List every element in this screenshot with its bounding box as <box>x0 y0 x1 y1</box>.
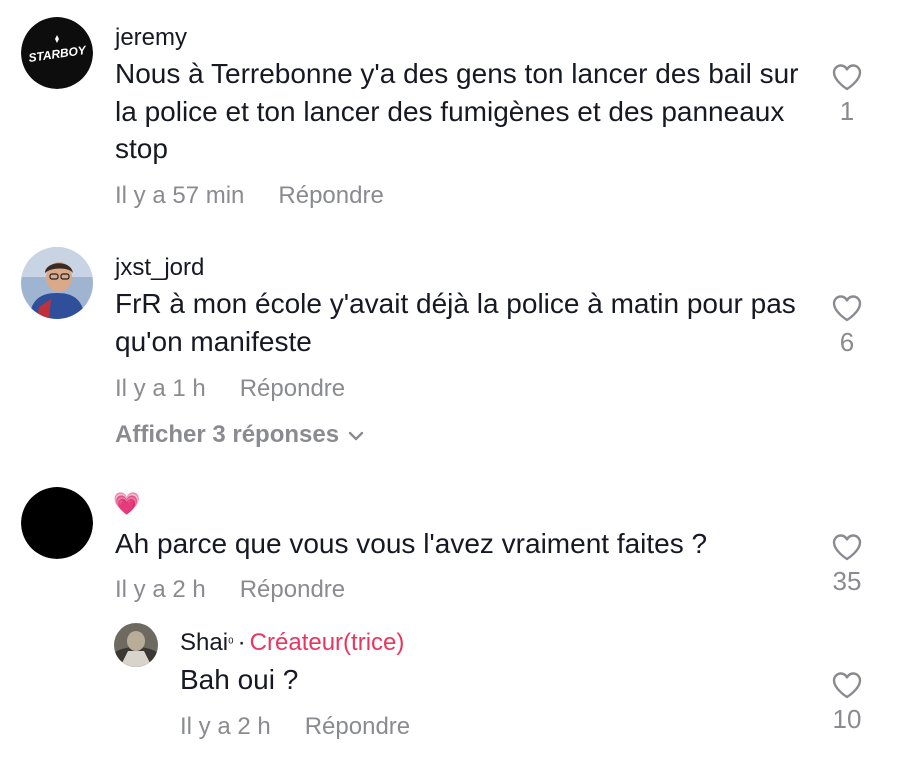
view-replies-button[interactable]: Afficher 3 réponses <box>115 421 365 449</box>
separator: · <box>237 629 246 656</box>
comment-meta: Il y a 2 h Répondre <box>180 713 410 741</box>
reply-button[interactable]: Répondre <box>278 182 383 209</box>
avatar[interactable] <box>114 623 158 667</box>
comment-meta: Il y a 2 h Répondre <box>115 576 345 604</box>
like-button[interactable]: 10 <box>817 670 877 734</box>
username-emoji[interactable]: 💗 <box>113 490 140 518</box>
comment-text: Ah parce que vous vous l'avez vraiment f… <box>115 528 708 559</box>
comment-text: Nous à Terrebonne y'a des gens ton lance… <box>115 58 799 164</box>
timestamp: Il y a 1 h <box>115 375 206 402</box>
like-count: 6 <box>839 327 855 357</box>
like-button[interactable]: 1 <box>817 62 877 126</box>
heart-outline-icon <box>832 64 862 91</box>
heart-outline-icon <box>832 534 862 561</box>
username[interactable]: Shai⁰ <box>180 629 234 656</box>
avatar[interactable] <box>21 487 93 559</box>
view-replies-label: Afficher 3 réponses <box>115 421 340 448</box>
reply-button[interactable]: Répondre <box>240 576 345 603</box>
heart-outline-icon <box>832 672 862 699</box>
like-button[interactable]: 6 <box>817 293 877 357</box>
avatar[interactable]: STARBOY <box>21 17 93 89</box>
comment-text: Bah oui ? <box>180 664 299 695</box>
reply-header: Shai⁰ · Créateur(trice) <box>180 629 404 657</box>
like-count: 10 <box>832 704 862 734</box>
like-button[interactable]: 35 <box>817 532 877 596</box>
avatar[interactable] <box>21 247 93 319</box>
reply-button[interactable]: Répondre <box>305 713 410 740</box>
reply-button[interactable]: Répondre <box>240 375 345 402</box>
comment-meta: Il y a 1 h Répondre <box>115 375 345 403</box>
like-count: 1 <box>839 96 855 126</box>
comment-text: FrR à mon école y'avait déjà la police à… <box>115 288 796 357</box>
timestamp: Il y a 2 h <box>180 713 271 740</box>
chevron-down-icon <box>348 431 364 440</box>
creator-badge: Créateur(trice) <box>249 629 405 656</box>
username[interactable]: jeremy <box>115 24 187 52</box>
comment-meta: Il y a 57 min Répondre <box>115 182 384 210</box>
like-count: 35 <box>832 566 862 596</box>
username[interactable]: jxst_jord <box>115 254 204 282</box>
heart-outline-icon <box>832 295 862 322</box>
timestamp: Il y a 2 h <box>115 576 206 603</box>
timestamp: Il y a 57 min <box>115 182 245 209</box>
